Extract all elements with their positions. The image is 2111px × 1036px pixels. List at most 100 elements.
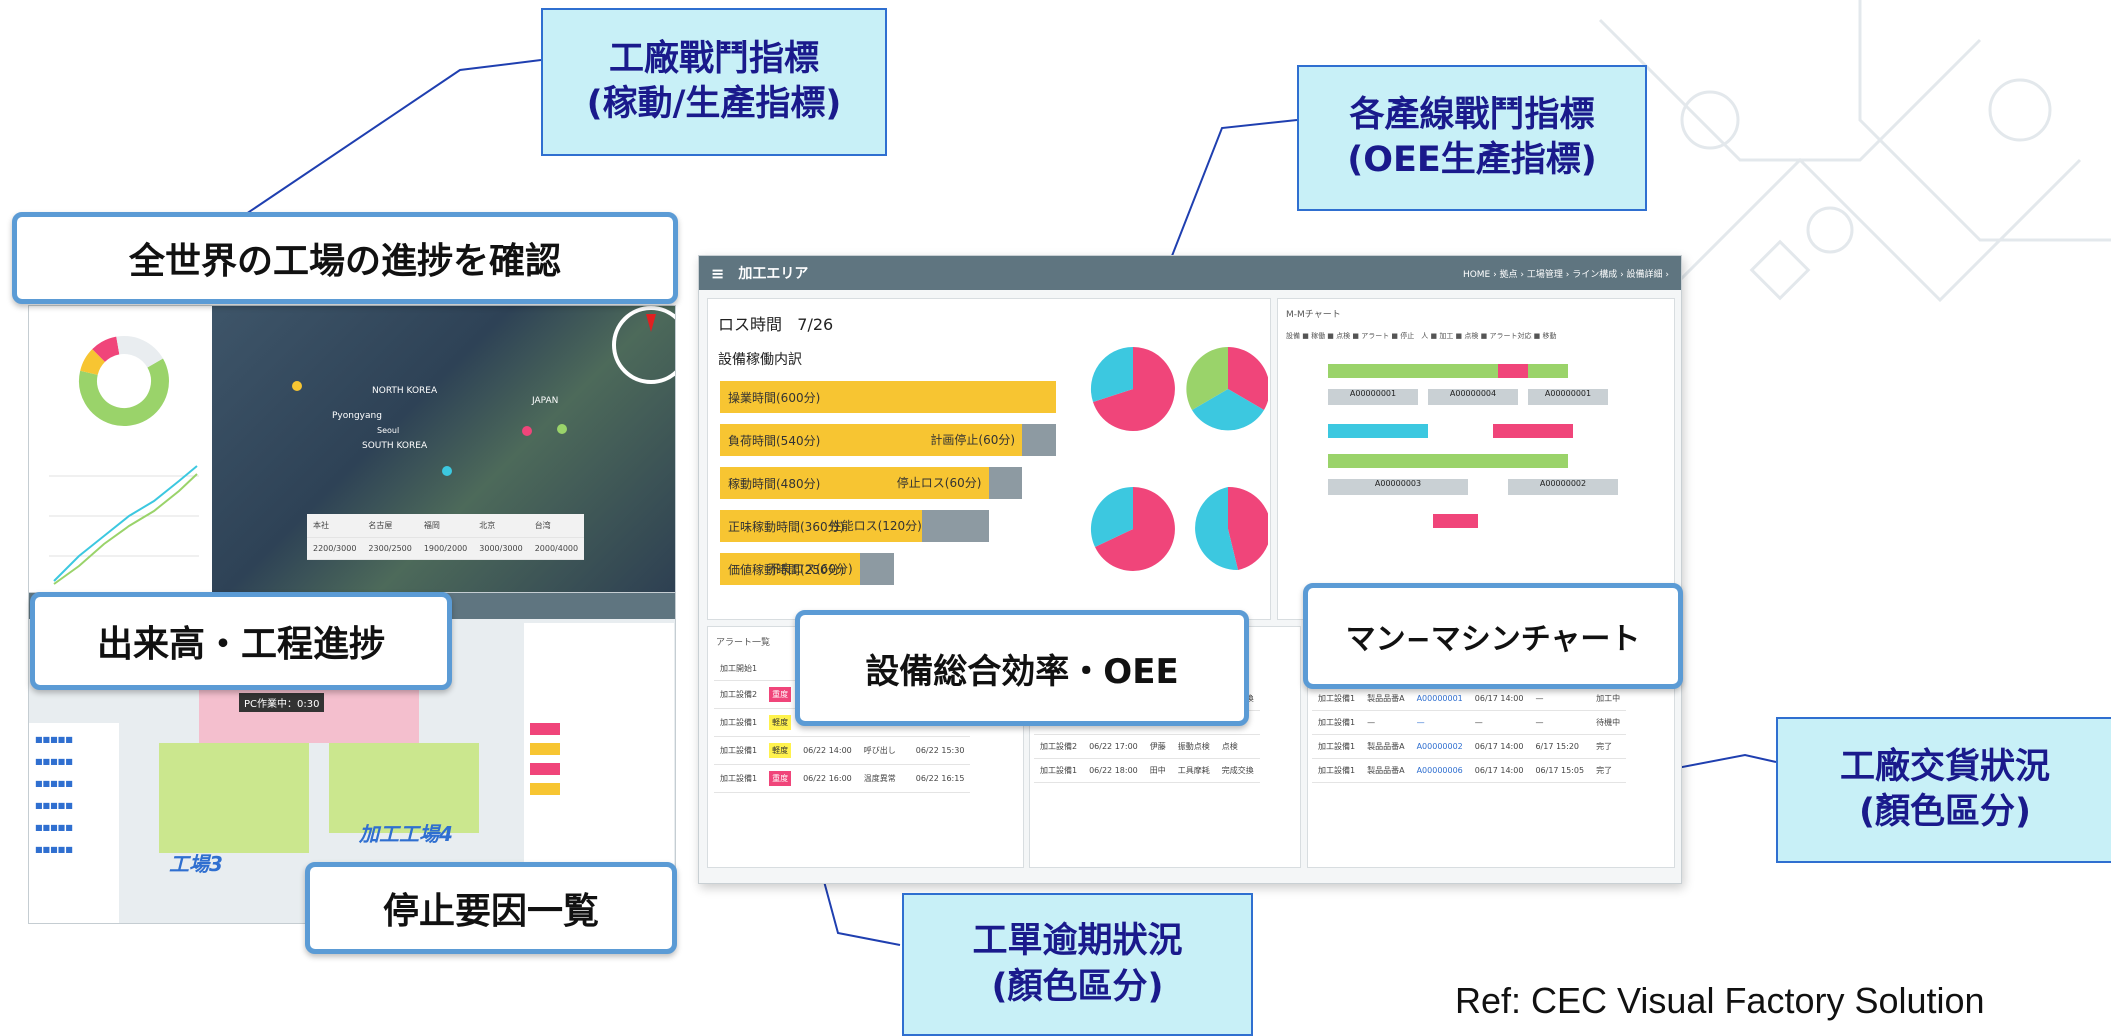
mm-legend: 設備 ■ 稼働 ■ 点検 ■ アラート ■ 停止 人 ■ 加工 ■ 点検 ■ ア… <box>1286 332 1557 340</box>
table-cell: 呼び出し <box>857 736 910 765</box>
loss-panel: ロス時間 7/26 設備稼働内訳 操業時間(600分) 負荷時間(540分) 計画停… <box>707 298 1271 620</box>
delivery-table: 加工設備1 製品品番A A00000001 06/17 14:00— 加工中 加工設備1—… <box>1312 687 1627 783</box>
floor-sidebar: ■■■■■ ■■■■■ ■■■■■ ■■■■■ ■■■■■ ■■■■■ <box>29 723 119 923</box>
donut-chart <box>79 336 169 426</box>
table-cell: 加工開始1 <box>714 657 764 681</box>
table-row[interactable]: 加工設備2 06/22 17:00 伊藤 振動点検 点検 <box>1034 734 1260 759</box>
mm-bar <box>1433 514 1478 528</box>
breadcrumb: HOME › 拠点 › 工場管理 › ライン構成 › 設備詳細 › <box>1462 269 1669 280</box>
table-cell: 06/22 16:00 <box>797 764 858 793</box>
table-row[interactable]: 加工設備1 軽度 06/22 14:00 呼び出し 06/22 15:30 <box>714 736 971 765</box>
factory-table: 本社 名古屋 福岡 北京 台湾 2200/3000 2300/2500 1900/2000 3… <box>307 514 585 560</box>
mm-code: A00000002 <box>1508 479 1618 495</box>
mm-code: A00000001 <box>1528 389 1608 405</box>
table-cell <box>763 657 798 681</box>
table-row[interactable]: 加工設備1 製品品番A A00000001 06/17 14:00— 加工中 <box>1312 687 1627 711</box>
table-cell: 加工設備1 <box>1312 758 1362 783</box>
utilization-bar: 稼動時間(480分) 停止ロス(60分) <box>720 467 1023 499</box>
table-cell: — <box>1529 710 1591 735</box>
mm-code: A00000001 <box>1328 389 1418 405</box>
status-badge: 軽度 <box>769 743 792 758</box>
mm-bar <box>1493 424 1573 438</box>
table-cell: 加工設備2 <box>714 680 764 709</box>
map-label: Seoul <box>377 426 400 435</box>
table-cell: 振動点検 <box>1171 734 1216 759</box>
asia-map: NORTH KOREA Pyongyang SOUTH KOREA JAPAN … <box>212 306 675 596</box>
table-cell: A00000006 <box>1410 758 1469 783</box>
dashboard-header: ≡ 加工エリア HOME › 拠点 › 工場管理 › ライン構成 › 設備詳細 … <box>699 256 1681 290</box>
line-chart <box>49 465 199 585</box>
table-cell: — <box>1468 710 1530 735</box>
table-row[interactable]: 加工設備1 重度 06/22 16:00 温度異常 06/22 16:15 <box>714 764 971 793</box>
table-cell: 待機中 <box>1590 710 1627 735</box>
table-cell: — <box>1529 687 1591 711</box>
table-cell: 工具摩耗 <box>1171 758 1216 783</box>
table-cell: — <box>1410 710 1469 735</box>
loss-note: 性能ロス(120分) <box>829 519 922 533</box>
table-cell: 製品品番A <box>1361 734 1411 759</box>
factory-marker[interactable] <box>292 381 302 391</box>
utilization-bar: 価値稼動時間(250分) 不良ロス(60分) <box>720 553 894 585</box>
oee-label: 設備総合効率・OEE <box>795 610 1249 726</box>
mm-bar <box>1498 364 1528 378</box>
factory-kpi-callout: 工廠戰鬥指標 (稼動/生產指標) <box>541 8 887 156</box>
table-cell: 軽度 <box>763 736 798 765</box>
table-cell: 06/17 14:00 <box>1468 758 1530 783</box>
delivery-callout: 工廠交貨狀況 (顏色區分) <box>1776 717 2111 863</box>
loss-segment <box>1022 424 1056 456</box>
floor-area-label: 工場3 <box>169 852 223 876</box>
utilization-bar: 負荷時間(540分) 計画停止(60分) <box>720 424 1056 456</box>
loss-segment <box>988 467 1023 499</box>
table-cell: 加工設備1 <box>1312 687 1362 711</box>
table-cell: 温度異常 <box>857 764 910 793</box>
table-cell: 06/17 14:00 <box>1468 734 1530 759</box>
loss-note: 計画停止(60分) <box>930 433 1016 447</box>
table-cell: 加工中 <box>1590 687 1627 711</box>
loss-segment <box>860 553 894 585</box>
table-cell: 完了 <box>1590 758 1627 783</box>
loss-note: 停止ロス(60分) <box>896 476 982 490</box>
table-row[interactable]: 加工設備1— — — — 待機中 <box>1312 710 1627 735</box>
table-cell: 重度 <box>763 680 798 709</box>
factory-marker[interactable] <box>522 426 532 436</box>
table-cell: 製品品番A <box>1361 687 1411 711</box>
map-label: NORTH KOREA <box>372 386 438 396</box>
factory-marker[interactable] <box>442 466 452 476</box>
map-label: Pyongyang <box>332 411 382 421</box>
table-cell: 6/17 15:20 <box>1529 734 1591 759</box>
table-row[interactable]: 加工設備1 製品品番A A00000002 06/17 14:00 6/17 15:20… <box>1312 734 1627 759</box>
factory-marker[interactable] <box>557 424 567 434</box>
oee-dashboard: ≡ 加工エリア HOME › 拠点 › 工場管理 › ライン構成 › 設備詳細 … <box>698 255 1682 884</box>
mm-chart-panel: M-Mチャート 設備 ■ 稼働 ■ 点検 ■ アラート ■ 停止 人 ■ 加工 … <box>1277 298 1675 620</box>
table-cell: 06/22 18:00 <box>1083 758 1144 783</box>
oee-pies <box>1090 346 1268 571</box>
map-label: JAPAN <box>532 396 559 406</box>
breakdown-title: 設備稼働内訳 <box>718 352 802 368</box>
status-badge: 重度 <box>769 771 792 786</box>
table-cell: 加工設備1 <box>714 764 764 793</box>
map-label: SOUTH KOREA <box>362 441 428 451</box>
table-cell: 06/17 14:00 <box>1468 687 1530 711</box>
loss-note: 不良ロス(60分) <box>768 562 853 576</box>
output-progress-label: 出来高・工程進捗 <box>30 592 452 690</box>
loss-segment <box>921 510 989 542</box>
table-cell: 重度 <box>763 764 798 793</box>
table-cell: A00000002 <box>1410 734 1469 759</box>
table-cell: 06/22 14:00 <box>797 736 858 765</box>
mm-bar <box>1328 424 1428 438</box>
table-cell: — <box>1361 710 1411 735</box>
left-sidebar <box>29 306 212 596</box>
table-cell: 田中 <box>1143 758 1172 783</box>
table-cell: 製品品番A <box>1361 758 1411 783</box>
table-row[interactable]: 加工設備1 06/22 18:00 田中 工具摩耗 完成交換 <box>1034 758 1260 783</box>
menu-icon[interactable]: ≡ <box>711 264 724 283</box>
table-cell: 点検 <box>1215 734 1260 759</box>
table-cell: 06/22 15:30 <box>909 736 971 765</box>
utilization-bar: 操業時間(600分) <box>720 381 1056 413</box>
mm-code: A00000004 <box>1428 389 1518 405</box>
reference-text: Ref: CEC Visual Factory Solution <box>1455 980 1985 1021</box>
stop-causes-label: 停止要因一覧 <box>305 862 677 954</box>
table-cell: 完了 <box>1590 734 1627 759</box>
status-badge: 軽度 <box>769 715 792 730</box>
table-row[interactable]: 加工設備1 製品品番A A00000006 06/17 14:00 06/17 15:0… <box>1312 758 1627 783</box>
